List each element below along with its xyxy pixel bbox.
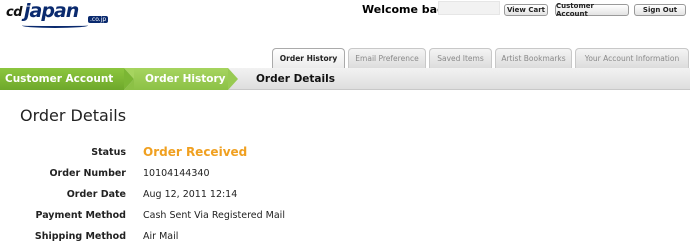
detail-row-shipping-method: Shipping Method Air Mail (0, 227, 420, 245)
payment-method-value: Cash Sent Via Registered Mail (143, 209, 285, 221)
sign-out-button[interactable]: Sign Out (634, 4, 686, 16)
breadcrumb-customer-account[interactable]: Customer Account (5, 68, 113, 90)
detail-row-status: Status Order Received (0, 143, 420, 161)
order-number-value: 10104144340 (143, 167, 210, 179)
detail-label: Payment Method (35, 209, 126, 221)
breadcrumb-arrow-icon (228, 68, 238, 90)
logo-cd-text: cd (6, 5, 23, 20)
view-cart-button[interactable]: View Cart (504, 4, 548, 16)
shipping-method-value: Air Mail (143, 230, 179, 242)
username (438, 1, 500, 15)
status-value: Order Received (143, 145, 248, 159)
detail-label: Order Number (49, 167, 126, 179)
tab-saved-items[interactable]: Saved Items (429, 48, 492, 68)
detail-label: Status (91, 146, 126, 158)
breadcrumb-order-history[interactable]: Order History (145, 68, 225, 90)
detail-row-payment-method: Payment Method Cash Sent Via Registered … (0, 206, 420, 224)
tab-account-information[interactable]: Your Account Information (575, 48, 689, 68)
cdjapan-logo[interactable]: cd japan .co.jp (6, 0, 109, 30)
breadcrumb-arrow-icon (124, 68, 134, 90)
breadcrumb-order-details: Order Details (256, 73, 335, 85)
customer-account-button[interactable]: Customer Account (555, 2, 629, 18)
detail-row-order-number: Order Number 10104144340 (0, 164, 420, 182)
detail-label: Shipping Method (34, 230, 126, 242)
tab-artist-bookmarks[interactable]: Artist Bookmarks (495, 48, 572, 68)
detail-row-order-date: Order Date Aug 12, 2011 12:14 (0, 185, 420, 203)
logo-japan-text: japan (24, 0, 79, 22)
order-date-value: Aug 12, 2011 12:14 (143, 188, 238, 200)
tab-order-history[interactable]: Order History (272, 48, 345, 68)
detail-label: Order Date (66, 188, 126, 200)
page-title: Order Details (20, 106, 127, 125)
logo-domain-badge: .co.jp (88, 16, 109, 23)
tab-email-preference[interactable]: Email Preference (348, 48, 426, 68)
logo-swoosh-icon (22, 23, 88, 28)
